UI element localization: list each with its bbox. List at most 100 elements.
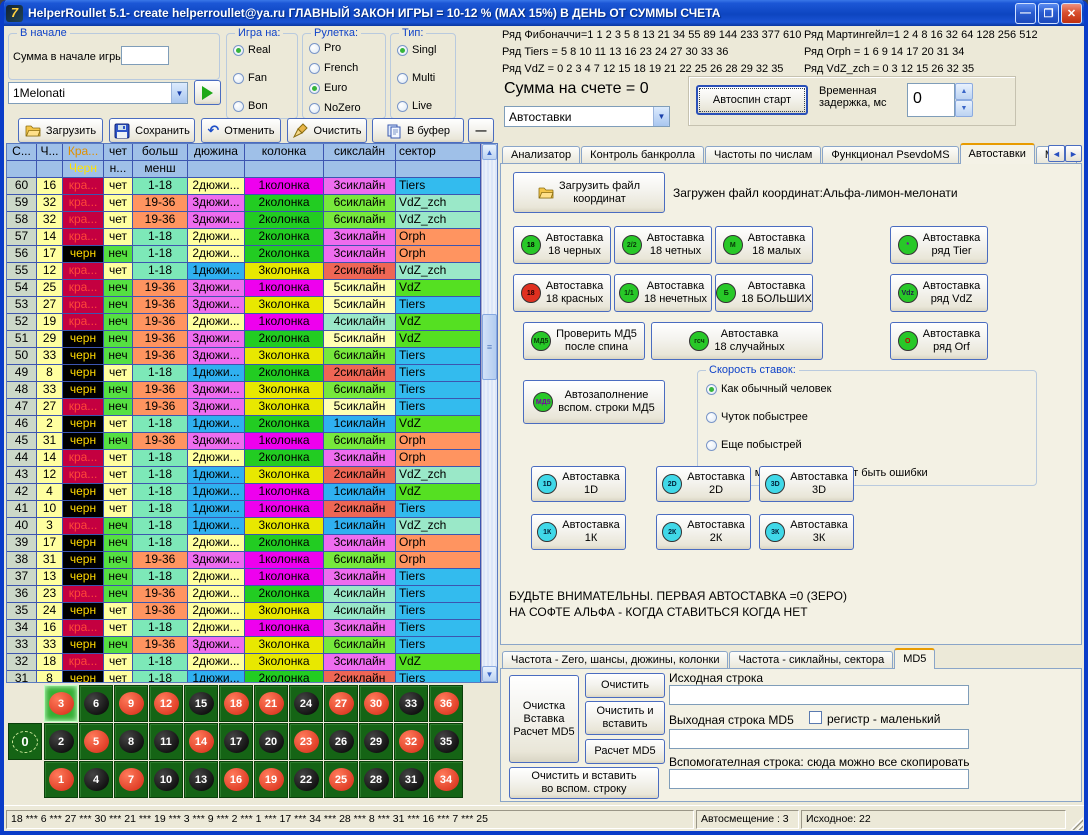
- autofill-md5-aux-button[interactable]: МД5Автозаполнение вспом. строки МД5: [523, 380, 665, 424]
- autobet-1d-button[interactable]: 1DАвтоставка 1D: [531, 466, 626, 502]
- radio-Euro[interactable]: Euro: [309, 82, 361, 94]
- check-md5-after-spin-button[interactable]: МД5Проверить МД5 после спина: [523, 322, 645, 360]
- table-row[interactable]: 5512кра...чет1-181дюжи...3колонка2сиклай…: [7, 263, 481, 280]
- start-sum-input[interactable]: [121, 46, 169, 65]
- tab-Автоставки[interactable]: Автоставки: [960, 143, 1035, 164]
- table-row[interactable]: 5932кра...чет19-363дюжи...2колонка6сикла…: [7, 195, 481, 212]
- table-row[interactable]: 462чернчет1-181дюжи...2колонка1сиклайнVd…: [7, 416, 481, 433]
- autobet-18-black-button[interactable]: 18Автоставка 18 черных: [513, 226, 611, 264]
- table-row[interactable]: 4414кра...чет1-182дюжи...2колонка3сиклай…: [7, 450, 481, 467]
- tab-Частоты по числам[interactable]: Частоты по числам: [705, 146, 821, 164]
- roulette-cell-7[interactable]: 7: [114, 761, 148, 798]
- scroll-down-icon[interactable]: ▼: [482, 666, 497, 682]
- autobet-18-high-button[interactable]: БАвтоставка 18 БОЛЬШИХ: [715, 274, 813, 312]
- roulette-cell-16[interactable]: 16: [219, 761, 253, 798]
- radio-Live[interactable]: Live: [397, 100, 436, 112]
- source-string-input[interactable]: [669, 685, 969, 705]
- tab-scroll-left-icon[interactable]: ◄: [1048, 145, 1065, 162]
- radio-French[interactable]: French: [309, 62, 361, 74]
- tab-MD5[interactable]: MD5: [894, 648, 935, 669]
- aux-string-input[interactable]: [669, 769, 969, 789]
- md5-calc-button[interactable]: Расчет MD5: [585, 739, 665, 764]
- roulette-cell-9[interactable]: 9: [114, 685, 148, 722]
- roulette-cell-27[interactable]: 27: [324, 685, 358, 722]
- spinner-up-button[interactable]: ▲: [955, 83, 973, 100]
- autobet-orf-row-button[interactable]: ОАвтоставка ряд Orf: [890, 322, 988, 360]
- table-row[interactable]: 3333черннеч19-363дюжи...3колонка6сиклайн…: [7, 637, 481, 654]
- autobet-18-red-button[interactable]: 18Автоставка 18 красных: [513, 274, 611, 312]
- roulette-cell-12[interactable]: 12: [149, 685, 183, 722]
- collapse-button[interactable]: —: [468, 118, 494, 143]
- radio-Multi[interactable]: Multi: [397, 72, 436, 84]
- tab-Контроль банкролла[interactable]: Контроль банкролла: [581, 146, 704, 164]
- roulette-cell-35[interactable]: 35: [429, 723, 463, 760]
- table-row[interactable]: 5425кра...неч19-363дюжи...1колонка5сикла…: [7, 280, 481, 297]
- clear-button[interactable]: Очистить: [287, 118, 367, 143]
- radio-Real[interactable]: Real: [233, 44, 271, 56]
- autobet-vdz-row-button[interactable]: VdzАвтоставка ряд VdZ: [890, 274, 988, 312]
- table-row[interactable]: 3623кра...неч19-362дюжи...2колонка4сикла…: [7, 586, 481, 603]
- table-row[interactable]: 3218кра...чет1-182дюжи...3колонка3сиклай…: [7, 654, 481, 671]
- spinner-down-button[interactable]: ▼: [955, 100, 973, 117]
- roulette-cell-26[interactable]: 26: [324, 723, 358, 760]
- roulette-cell-23[interactable]: 23: [289, 723, 323, 760]
- md5-clear-paste-aux-button[interactable]: Очистить и вставить во вспом. строку: [509, 767, 659, 799]
- roulette-cell-5[interactable]: 5: [79, 723, 113, 760]
- table-row[interactable]: 4531черннеч19-363дюжи...1колонка6сиклайн…: [7, 433, 481, 450]
- roulette-cell-32[interactable]: 32: [394, 723, 428, 760]
- resize-grip[interactable]: [1070, 817, 1083, 830]
- roulette-cell-13[interactable]: 13: [184, 761, 218, 798]
- md5-clear-paste-button[interactable]: Очистить и вставить: [585, 701, 665, 735]
- radio-Bon[interactable]: Bon: [233, 100, 271, 112]
- roulette-cell-30[interactable]: 30: [359, 685, 393, 722]
- roulette-cell-15[interactable]: 15: [184, 685, 218, 722]
- table-row[interactable]: 5714кра...чет1-182дюжи...2колонка3сиклай…: [7, 229, 481, 246]
- table-scrollbar[interactable]: ▲ ≡ ▼: [481, 144, 497, 682]
- roulette-cell-17[interactable]: 17: [219, 723, 253, 760]
- tab-Частота - сиклайны, сектора[interactable]: Частота - сиклайны, сектора: [729, 651, 893, 669]
- radio-Fan[interactable]: Fan: [233, 72, 271, 84]
- maximize-button[interactable]: ❐: [1038, 3, 1059, 24]
- roulette-cell-36[interactable]: 36: [429, 685, 463, 722]
- roulette-cell-3[interactable]: 3: [44, 685, 78, 722]
- autospin-start-button[interactable]: Автоспин старт: [696, 85, 808, 115]
- autobet-1k-button[interactable]: 1КАвтоставка 1К: [531, 514, 626, 550]
- roulette-cell-6[interactable]: 6: [79, 685, 113, 722]
- minimize-button[interactable]: —: [1015, 3, 1036, 24]
- md5-clear-button[interactable]: Очистить: [585, 673, 665, 698]
- autobet-18-low-button[interactable]: МАвтоставка 18 малых: [715, 226, 813, 264]
- load-button[interactable]: Загрузить: [18, 118, 103, 143]
- table-row[interactable]: 3713черннеч1-182дюжи...1колонка3сиклайнT…: [7, 569, 481, 586]
- autobet-tier-row-button[interactable]: *Автоставка ряд Tier: [890, 226, 988, 264]
- autobet-2k-button[interactable]: 2КАвтоставка 2К: [656, 514, 751, 550]
- table-row[interactable]: 6016кра...чет1-182дюжи...1колонка3сиклай…: [7, 178, 481, 195]
- roulette-cell-21[interactable]: 21: [254, 685, 288, 722]
- table-row[interactable]: 3831черннеч19-363дюжи...1колонка6сиклайн…: [7, 552, 481, 569]
- roulette-cell-28[interactable]: 28: [359, 761, 393, 798]
- roulette-cell-2[interactable]: 2: [44, 723, 78, 760]
- tab-Частота - Zero, шансы, дюжины, колонки[interactable]: Частота - Zero, шансы, дюжины, колонки: [502, 651, 728, 669]
- radio-Pro[interactable]: Pro: [309, 42, 361, 54]
- mode-combo[interactable]: Автоставки ▼: [504, 106, 670, 127]
- autobet-18-odd-button[interactable]: 1/1Автоставка 18 нечетных: [614, 274, 712, 312]
- tab-Анализатор[interactable]: Анализатор: [502, 146, 580, 164]
- table-row[interactable]: 4312кра...чет1-181дюжи...3колонка2сиклай…: [7, 467, 481, 484]
- autobet-3d-button[interactable]: 3DАвтоставка 3D: [759, 466, 854, 502]
- clear-paste-calc-md5-button[interactable]: Очистка Вставка Расчет MD5: [509, 675, 579, 763]
- roulette-cell-22[interactable]: 22: [289, 761, 323, 798]
- table-row[interactable]: 424чернчет1-181дюжи...1колонка1сиклайнVd…: [7, 484, 481, 501]
- scroll-thumb[interactable]: ≡: [482, 314, 497, 380]
- table-row[interactable]: 318чернчет1-181дюжи...2колонка2сиклайнTi…: [7, 671, 481, 682]
- table-row[interactable]: 4727кра...неч19-363дюжи...3колонка5сикла…: [7, 399, 481, 416]
- roulette-cell-14[interactable]: 14: [184, 723, 218, 760]
- radio-Чуток побыстрее[interactable]: Чуток побыстрее: [706, 411, 928, 423]
- table-row[interactable]: 5832кра...чет19-363дюжи...2колонка6сикла…: [7, 212, 481, 229]
- roulette-cell-0[interactable]: 0: [8, 723, 42, 760]
- table-row[interactable]: 5219кра...неч19-362дюжи...1колонка4сикла…: [7, 314, 481, 331]
- radio-Еще побыстрей[interactable]: Еще побыстрей: [706, 439, 928, 451]
- table-row[interactable]: 5327кра...неч19-363дюжи...3колонка5сикла…: [7, 297, 481, 314]
- roulette-cell-18[interactable]: 18: [219, 685, 253, 722]
- chevron-down-icon[interactable]: ▼: [653, 107, 669, 126]
- roulette-cell-33[interactable]: 33: [394, 685, 428, 722]
- scroll-up-icon[interactable]: ▲: [482, 144, 497, 160]
